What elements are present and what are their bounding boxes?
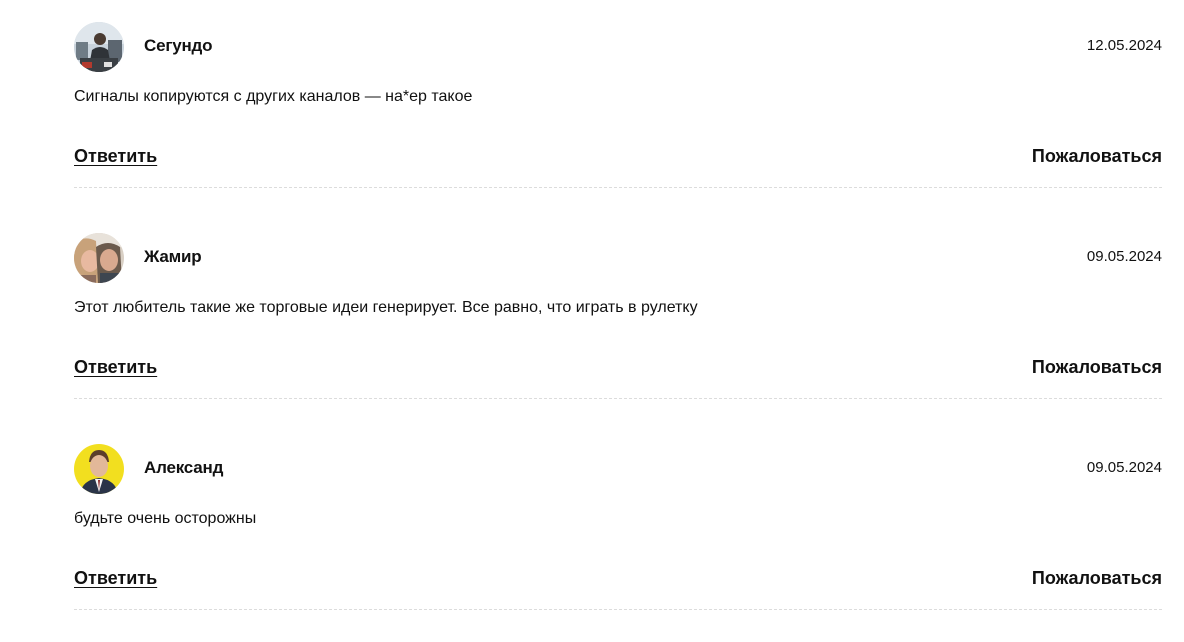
comment-item: Александ 09.05.2024 будьте очень осторож… <box>74 422 1162 610</box>
comment-date: 09.05.2024 <box>1086 248 1162 265</box>
avatar[interactable] <box>74 444 124 494</box>
comment-header: Александ 09.05.2024 <box>74 444 1162 494</box>
comment-item: Жамир 09.05.2024 Этот любитель такие же … <box>74 211 1162 399</box>
author-name: Сегундо <box>144 36 213 55</box>
user-avatar-icon <box>74 444 124 494</box>
report-button[interactable]: Пожаловаться <box>1032 567 1162 589</box>
author-name: Жамир <box>144 247 202 266</box>
comment-text: Этот любитель такие же торговые идеи ген… <box>74 299 698 316</box>
comment-divider <box>74 187 1162 188</box>
reply-button[interactable]: Ответить <box>74 567 157 589</box>
comment-item: Сегундо 12.05.2024 Сигналы копируются с … <box>74 0 1162 188</box>
comment-divider <box>74 398 1162 399</box>
comment-date: 12.05.2024 <box>1086 37 1162 54</box>
report-button[interactable]: Пожаловаться <box>1032 145 1162 167</box>
avatar[interactable] <box>74 22 124 72</box>
comment-divider <box>74 609 1162 610</box>
author-name: Александ <box>144 458 224 477</box>
user-avatar-icon <box>74 22 124 72</box>
comment-date: 09.05.2024 <box>1086 459 1162 476</box>
reply-button[interactable]: Ответить <box>74 145 157 167</box>
comment-header: Сегундо 12.05.2024 <box>74 22 1162 72</box>
comment-text: будьте очень осторожны <box>74 510 257 527</box>
comment-text: Сигналы копируются с других каналов — на… <box>74 88 473 105</box>
report-button[interactable]: Пожаловаться <box>1032 356 1162 378</box>
comments-list: Сегундо 12.05.2024 Сигналы копируются с … <box>0 0 1184 642</box>
comment-header: Жамир 09.05.2024 <box>74 233 1162 283</box>
reply-button[interactable]: Ответить <box>74 356 157 378</box>
user-avatar-icon <box>74 233 124 283</box>
avatar[interactable] <box>74 233 124 283</box>
